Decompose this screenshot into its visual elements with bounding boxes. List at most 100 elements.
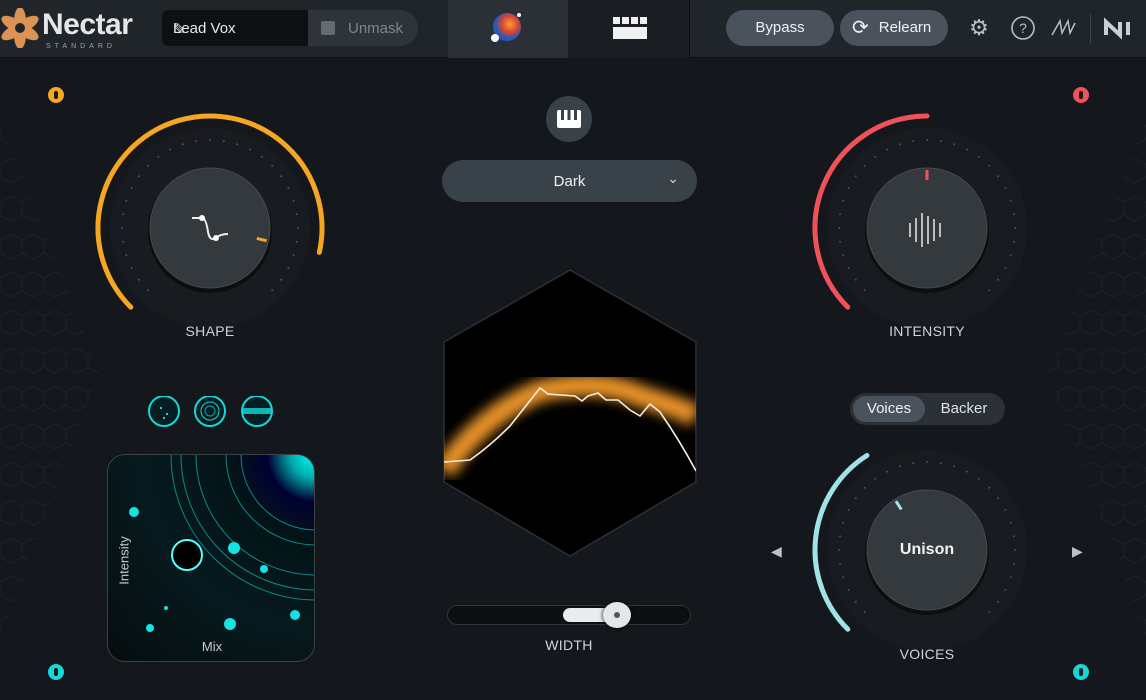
intensity-label: INTENSITY bbox=[889, 323, 965, 339]
knob-tick bbox=[842, 199, 845, 202]
knob-tick bbox=[926, 139, 928, 141]
knob-tick bbox=[280, 175, 283, 178]
knob-tick bbox=[926, 461, 928, 463]
knob-tick bbox=[854, 600, 857, 603]
knob-tick bbox=[222, 140, 225, 143]
tab-visual-mixer[interactable] bbox=[448, 0, 568, 58]
knob-tick bbox=[130, 187, 133, 190]
knob-pointer bbox=[256, 237, 267, 243]
knob-tick bbox=[854, 278, 857, 281]
pad-handle[interactable] bbox=[171, 539, 203, 571]
knob-tick bbox=[839, 535, 842, 538]
unmask-button[interactable]: Unmask bbox=[308, 10, 418, 46]
hex-pattern-right bbox=[1046, 120, 1146, 640]
tab-voices[interactable]: Voices bbox=[853, 396, 925, 422]
intensity-indicator-dot bbox=[1073, 87, 1089, 103]
knob-tick bbox=[847, 187, 850, 190]
bypass-label: Bypass bbox=[755, 19, 805, 36]
gear-icon[interactable]: ⚙ bbox=[964, 13, 994, 43]
xy-pad[interactable]: Intensity Mix bbox=[107, 454, 315, 662]
knob-tick bbox=[271, 289, 274, 292]
relearn-icon: ⟳ bbox=[852, 17, 869, 39]
knob-tick bbox=[912, 462, 915, 465]
help-icon[interactable]: ? bbox=[1008, 13, 1038, 43]
particles-mode-button[interactable] bbox=[148, 395, 180, 427]
preset-name-field[interactable]: Lead Vox ✎ bbox=[162, 10, 308, 46]
knob-tick bbox=[1012, 240, 1015, 243]
knob-tick bbox=[195, 140, 198, 143]
bypass-button[interactable]: Bypass bbox=[726, 10, 834, 46]
knob-tick bbox=[939, 462, 942, 465]
knob-tick bbox=[886, 148, 889, 151]
waveform-bars-icon bbox=[909, 213, 941, 247]
disc-mode-button[interactable] bbox=[241, 395, 273, 427]
knob-tick bbox=[295, 213, 298, 216]
knob-tick bbox=[939, 140, 942, 143]
knob-tick bbox=[1004, 187, 1007, 190]
knob-tick bbox=[1009, 521, 1012, 524]
knob-tick bbox=[236, 143, 239, 146]
voices-indicator-dot bbox=[1073, 664, 1089, 680]
width-slider[interactable] bbox=[447, 602, 691, 628]
knob-tick bbox=[886, 470, 889, 473]
knob-tick bbox=[965, 148, 968, 151]
signal-chain-icon[interactable] bbox=[1048, 13, 1078, 43]
keyboard-button[interactable] bbox=[546, 96, 592, 142]
pencil-icon[interactable]: ✎ bbox=[173, 20, 300, 38]
knob-tick bbox=[838, 227, 840, 229]
knob-tick bbox=[169, 148, 172, 151]
knob-tick bbox=[1009, 576, 1012, 579]
width-slider-handle[interactable] bbox=[603, 602, 631, 628]
knob-tick bbox=[1004, 266, 1007, 269]
knob-tick bbox=[839, 562, 842, 565]
orb-icon bbox=[491, 13, 521, 42]
nectar-logo: Nectar STANDARD bbox=[0, 6, 140, 52]
divider bbox=[1090, 14, 1091, 44]
knob-tick bbox=[854, 497, 857, 500]
knob-tick bbox=[1012, 535, 1015, 538]
knob-tick bbox=[130, 266, 133, 269]
knob-tick bbox=[838, 549, 840, 551]
shape-curve-icon bbox=[192, 215, 229, 241]
pad-mode-selector bbox=[147, 395, 277, 433]
knob-tick bbox=[988, 289, 991, 292]
knob-tick bbox=[287, 187, 290, 190]
knob-tick bbox=[953, 143, 956, 146]
knob-tick bbox=[977, 155, 980, 158]
knob-tick bbox=[912, 140, 915, 143]
voices-knob-value: Unison bbox=[899, 541, 955, 558]
voices-mode-toggle: Voices Backer bbox=[850, 393, 1005, 425]
knob-tick bbox=[839, 213, 842, 216]
relearn-button[interactable]: ⟳ Relearn bbox=[840, 10, 948, 46]
knob-tick bbox=[863, 164, 866, 167]
pad-y-label: Intensity bbox=[116, 536, 132, 585]
knob-tick bbox=[898, 465, 901, 468]
pad-x-label: Mix bbox=[201, 639, 223, 654]
knob-tick bbox=[842, 521, 845, 524]
pad-indicator-dot bbox=[48, 664, 64, 680]
tab-backer[interactable]: Backer bbox=[928, 396, 1000, 422]
knob-tick bbox=[997, 497, 1000, 500]
rings-mode-button[interactable] bbox=[194, 395, 226, 427]
knob-tick bbox=[157, 155, 160, 158]
knob-tick bbox=[854, 175, 857, 178]
knob-tick bbox=[898, 143, 901, 146]
knob-tick bbox=[988, 486, 991, 489]
knob-tick bbox=[1004, 509, 1007, 512]
ni-logo[interactable] bbox=[1102, 13, 1138, 43]
next-arrow-icon[interactable]: ▶ bbox=[1072, 543, 1083, 560]
knob-tick bbox=[953, 465, 956, 468]
knob-tick bbox=[146, 289, 149, 292]
knob-tick bbox=[122, 240, 125, 243]
previous-arrow-icon[interactable]: ◀ bbox=[771, 543, 782, 560]
knob-tick bbox=[863, 611, 866, 614]
knob-tick bbox=[181, 143, 184, 146]
tab-modules[interactable] bbox=[568, 0, 690, 58]
knob-tick bbox=[1014, 227, 1016, 229]
knob-tick bbox=[997, 175, 1000, 178]
knob-tick bbox=[121, 227, 123, 229]
voices-label: VOICES bbox=[899, 646, 955, 662]
knob-tick bbox=[1009, 199, 1012, 202]
knob-tick bbox=[125, 254, 128, 257]
style-dropdown[interactable]: Dark ⌄ bbox=[442, 160, 697, 202]
